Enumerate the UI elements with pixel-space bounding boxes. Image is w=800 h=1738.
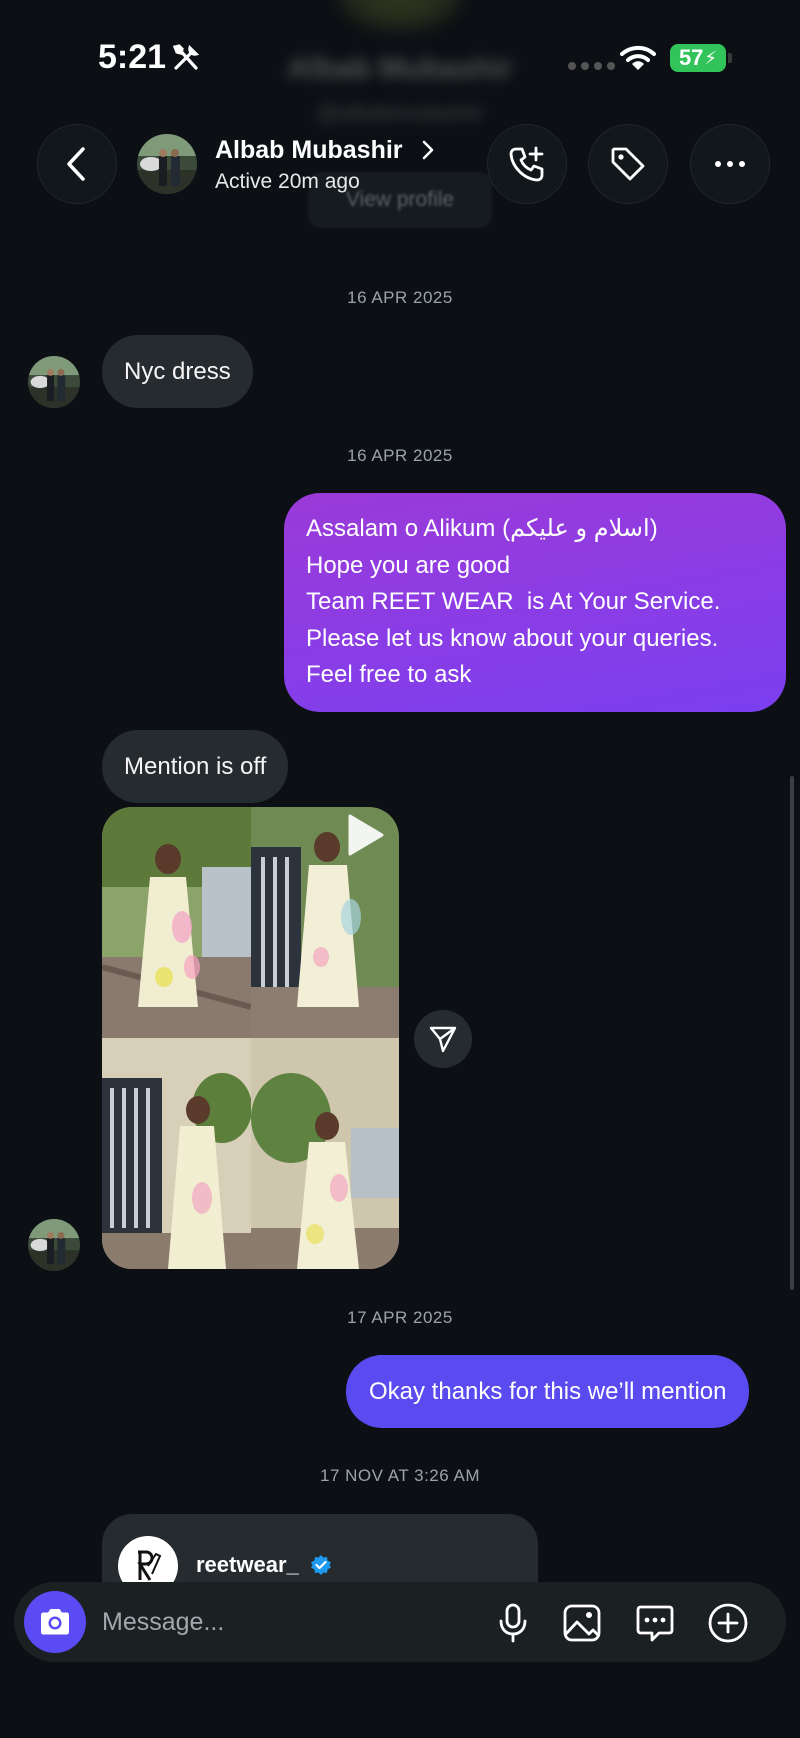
- more-dots-icon: [715, 161, 745, 167]
- incoming-message[interactable]: Mention is off: [102, 730, 289, 803]
- outgoing-message[interactable]: Okay thanks for this we’ll mention: [346, 1355, 750, 1428]
- shared-reel-preview[interactable]: [102, 807, 399, 1269]
- image-icon: [563, 1604, 601, 1642]
- bottom-safe-area: [0, 1662, 800, 1738]
- message-composer: [14, 1582, 786, 1662]
- send-icon: [429, 1026, 457, 1053]
- sender-avatar[interactable]: [28, 1219, 80, 1271]
- gallery-button[interactable]: [561, 1602, 603, 1644]
- play-icon: [348, 814, 384, 856]
- share-button[interactable]: [414, 1010, 472, 1068]
- message-line: Please let us know about your queries.: [306, 624, 719, 652]
- voice-message-button[interactable]: [492, 1602, 534, 1644]
- status-bar: Albab Mubashir @albabmubashir 5:21 57 ⚡: [0, 0, 800, 125]
- message-line: Feel free to ask: [306, 661, 472, 688]
- chat-header: View profile Albab Mubashir Active 20m a…: [0, 122, 800, 228]
- message-line: Team REET WEAR is At Your Service.: [306, 588, 721, 615]
- microphone-icon: [499, 1603, 527, 1643]
- more-attachments-button[interactable]: [707, 1602, 749, 1644]
- message-input[interactable]: [102, 1602, 432, 1642]
- verified-badge-icon: [311, 1555, 331, 1575]
- reel-thumbnail: [102, 1038, 251, 1269]
- charging-bolt-icon: ⚡: [704, 47, 718, 68]
- tools-icon: [172, 44, 200, 70]
- incoming-message[interactable]: Nyc dress: [102, 335, 253, 408]
- contact-active-status: Active 20m ago: [215, 170, 360, 193]
- reel-thumbnail: [102, 807, 251, 1038]
- sender-avatar[interactable]: [28, 356, 80, 408]
- scrollbar[interactable]: [790, 776, 794, 1290]
- contact-name[interactable]: Albab Mubashir: [215, 136, 403, 165]
- message-line: Assalam o Alikum (اسلام و علیکم): [306, 515, 658, 542]
- phone-plus-icon: [509, 146, 544, 182]
- back-button[interactable]: [37, 124, 117, 204]
- date-separator: 17 APR 2025: [347, 1308, 453, 1327]
- camera-button[interactable]: [24, 1591, 86, 1653]
- plus-circle-icon: [708, 1603, 748, 1643]
- date-separator: 17 NOV AT 3:26 AM: [319, 1466, 480, 1485]
- add-call-button[interactable]: [487, 124, 567, 204]
- cellular-signal-icon: [568, 62, 615, 70]
- battery-level: 57: [678, 45, 704, 70]
- status-time: 5:21: [98, 38, 167, 76]
- label-button[interactable]: [588, 124, 668, 204]
- sticker-button[interactable]: [634, 1602, 676, 1644]
- reel-thumbnail: [250, 1038, 399, 1269]
- battery-indicator: 57 ⚡: [670, 44, 732, 72]
- message-line: Hope you are good: [306, 551, 511, 579]
- camera-icon: [41, 1609, 69, 1635]
- contact-avatar[interactable]: [137, 134, 197, 194]
- date-separator: 16 APR 2025: [347, 288, 453, 307]
- account-name: reetwear_: [196, 1552, 299, 1577]
- outgoing-message[interactable]: Assalam o Alikum (اسلام و علیکم) Hope yo…: [284, 493, 786, 712]
- chat-bubble-icon: [636, 1605, 674, 1642]
- chevron-left-icon: [67, 147, 85, 181]
- tag-icon: [611, 147, 645, 181]
- chevron-right-icon[interactable]: [418, 138, 438, 162]
- background-profile-avatar: [340, 0, 460, 30]
- more-options-button[interactable]: [690, 124, 770, 204]
- date-separator: 16 APR 2025: [347, 446, 453, 465]
- wifi-icon: [620, 45, 656, 70]
